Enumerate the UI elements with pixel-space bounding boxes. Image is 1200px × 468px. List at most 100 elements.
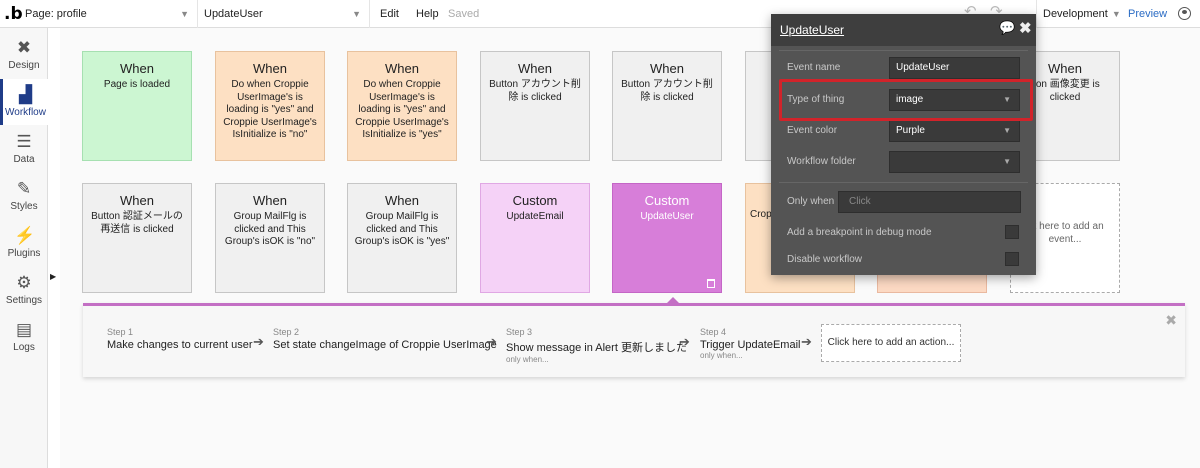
event-card-type: Custom bbox=[512, 193, 558, 208]
data-icon: ☰ bbox=[16, 132, 32, 151]
step-number: Step 2 bbox=[273, 327, 300, 337]
event-color-dropdown[interactable]: Purple ▼ bbox=[889, 120, 1020, 142]
step-action: Make changes to current user bbox=[107, 339, 253, 351]
event-card-condition: Do when Croppie UserImage's is loading i… bbox=[223, 79, 317, 140]
selected-event-pointer bbox=[666, 297, 680, 304]
editor-title: UpdateUser bbox=[780, 23, 845, 37]
event-card-condition: Button 認証メールの再送信 is clicked bbox=[91, 211, 183, 235]
workflow-step[interactable]: Step 4 Trigger UpdateEmail only when... bbox=[700, 327, 800, 360]
sidebar-item-plugins[interactable]: ⚡ Plugins bbox=[0, 220, 48, 266]
event-card[interactable]: When Button アカウント削除 is clicked bbox=[480, 51, 590, 161]
comment-icon[interactable]: 💬 bbox=[999, 20, 1015, 36]
environment-selector[interactable]: Development ▼ bbox=[1036, 0, 1121, 28]
sidebar-item-label: Design bbox=[8, 60, 40, 71]
design-icon: ✖ bbox=[16, 38, 32, 57]
event-name-label: Event name bbox=[787, 62, 841, 73]
workflow-step[interactable]: Step 1 Make changes to current user bbox=[107, 327, 253, 351]
page-selector[interactable]: Page: profile ▼ bbox=[22, 0, 198, 28]
event-card-type: Custom bbox=[644, 193, 690, 208]
event-card[interactable]: When Page is loaded bbox=[82, 51, 192, 161]
event-card[interactable]: Custom UpdateEmail bbox=[480, 183, 590, 293]
event-card-condition: Do when Croppie UserImage's is loading i… bbox=[355, 79, 449, 140]
event-card-condition: Button アカウント削除 is clicked bbox=[621, 79, 713, 103]
event-card-condition: Button アカウント削除 is clicked bbox=[489, 79, 581, 103]
chevron-down-icon: ▼ bbox=[352, 9, 361, 19]
trash-icon[interactable] bbox=[707, 279, 715, 288]
arrow-right-icon: ➔ bbox=[679, 334, 690, 349]
event-card-selected[interactable]: Custom UpdateUser bbox=[612, 183, 722, 293]
sidebar-item-label: Plugins bbox=[7, 248, 41, 259]
event-card[interactable]: When Button 認証メールの再送信 is clicked bbox=[82, 183, 192, 293]
disable-workflow-label: Disable workflow bbox=[787, 254, 863, 265]
help-menu[interactable]: Help bbox=[416, 0, 439, 28]
only-when-placeholder: Click bbox=[849, 196, 871, 207]
close-icon[interactable]: ✖ bbox=[1019, 19, 1032, 37]
event-card-condition: UpdateUser bbox=[640, 211, 694, 222]
event-card-type: When bbox=[120, 193, 154, 208]
workflow-icon: ▟ bbox=[18, 85, 33, 104]
sidebar-item-design[interactable]: ✖ Design bbox=[0, 32, 48, 78]
event-name-input[interactable]: UpdateUser bbox=[889, 57, 1020, 79]
event-card[interactable]: When Group MailFlg is clicked and This G… bbox=[215, 183, 325, 293]
event-card[interactable]: When Do when Croppie UserImage's is load… bbox=[347, 51, 457, 161]
event-card[interactable]: When Button アカウント削除 is clicked bbox=[612, 51, 722, 161]
page-selector-label: Page: profile bbox=[25, 8, 87, 20]
close-icon[interactable]: ✖ bbox=[1165, 312, 1177, 329]
styles-icon: ✎ bbox=[16, 179, 32, 198]
collapse-arrow-icon[interactable]: ▶ bbox=[50, 272, 56, 281]
event-name-value: UpdateUser bbox=[896, 62, 950, 73]
event-card-type: When bbox=[253, 193, 287, 208]
sidebar-item-label: Logs bbox=[13, 342, 35, 353]
sidebar-item-settings[interactable]: ⚙ Settings bbox=[0, 267, 48, 313]
step-condition: only when... bbox=[506, 355, 549, 364]
event-card[interactable]: When Do when Croppie UserImage's is load… bbox=[215, 51, 325, 161]
logs-icon: ▤ bbox=[15, 320, 33, 339]
sidebar-item-workflow[interactable]: ▟ Workflow bbox=[0, 79, 48, 125]
editor-header[interactable]: UpdateUser 💬 ✖ bbox=[771, 14, 1036, 46]
edit-menu[interactable]: Edit bbox=[380, 0, 399, 28]
sidebar-item-logs[interactable]: ▤ Logs bbox=[0, 314, 48, 360]
workflow-step[interactable]: Step 2 Set state changeImage of Croppie … bbox=[273, 327, 497, 351]
settings-icon: ⚙ bbox=[16, 273, 32, 292]
event-card-condition: UpdateEmail bbox=[506, 211, 564, 222]
event-color-label: Event color bbox=[787, 125, 838, 136]
event-card-type: When bbox=[385, 61, 419, 76]
step-action: Show message in Alert 更新しました bbox=[506, 342, 687, 354]
workflow-selector[interactable]: UpdateUser ▼ bbox=[198, 0, 370, 28]
chevron-down-icon: ▼ bbox=[1003, 157, 1011, 166]
event-card-condition: Group MailFlg is clicked and This Group'… bbox=[354, 211, 450, 247]
event-property-editor: UpdateUser 💬 ✖ Event name UpdateUser Typ… bbox=[771, 14, 1036, 275]
event-card-condition: Group MailFlg is clicked and This Group'… bbox=[224, 211, 316, 247]
left-sidebar: ✖ Design ▟ Workflow ☰ Data ✎ Styles ⚡ Pl… bbox=[0, 28, 48, 468]
step-number: Step 3 bbox=[506, 327, 533, 337]
sidebar-item-label: Styles bbox=[10, 201, 38, 212]
step-number: Step 4 bbox=[700, 327, 727, 337]
workflow-steps-panel: Step 1 Make changes to current user ➔ St… bbox=[83, 297, 1185, 377]
add-action-button[interactable]: Click here to add an action... bbox=[821, 324, 961, 362]
event-card-type: When bbox=[120, 61, 154, 76]
arrow-right-icon: ➔ bbox=[801, 334, 812, 349]
event-card-type: When bbox=[650, 61, 684, 76]
sidebar-item-data[interactable]: ☰ Data bbox=[0, 126, 48, 172]
event-card-type: When bbox=[385, 193, 419, 208]
chevron-down-icon: ▼ bbox=[1111, 9, 1121, 19]
step-action: Set state changeImage of Croppie UserIma… bbox=[273, 339, 497, 351]
chevron-down-icon: ▼ bbox=[1003, 126, 1011, 135]
only-when-input[interactable]: Click bbox=[838, 191, 1021, 213]
environment-label: Development bbox=[1043, 8, 1108, 20]
workflow-folder-dropdown[interactable]: ▼ bbox=[889, 151, 1020, 173]
bubble-logo[interactable]: .b bbox=[4, 4, 23, 24]
sidebar-item-styles[interactable]: ✎ Styles bbox=[0, 173, 48, 219]
event-card-condition: Page is loaded bbox=[103, 79, 171, 90]
event-card-type: When bbox=[518, 61, 552, 76]
workflow-selector-label: UpdateUser bbox=[204, 8, 263, 20]
sidebar-item-label: Data bbox=[13, 154, 35, 165]
user-avatar-icon[interactable] bbox=[1178, 7, 1191, 20]
event-card[interactable]: When Group MailFlg is clicked and This G… bbox=[347, 183, 457, 293]
breakpoint-checkbox[interactable] bbox=[1005, 225, 1019, 239]
divider bbox=[779, 50, 1028, 51]
workflow-step[interactable]: Step 3 Show message in Alert 更新しました only… bbox=[506, 327, 687, 364]
disable-workflow-checkbox[interactable] bbox=[1005, 252, 1019, 266]
saved-status: Saved bbox=[448, 8, 480, 20]
preview-link[interactable]: Preview bbox=[1128, 0, 1167, 28]
